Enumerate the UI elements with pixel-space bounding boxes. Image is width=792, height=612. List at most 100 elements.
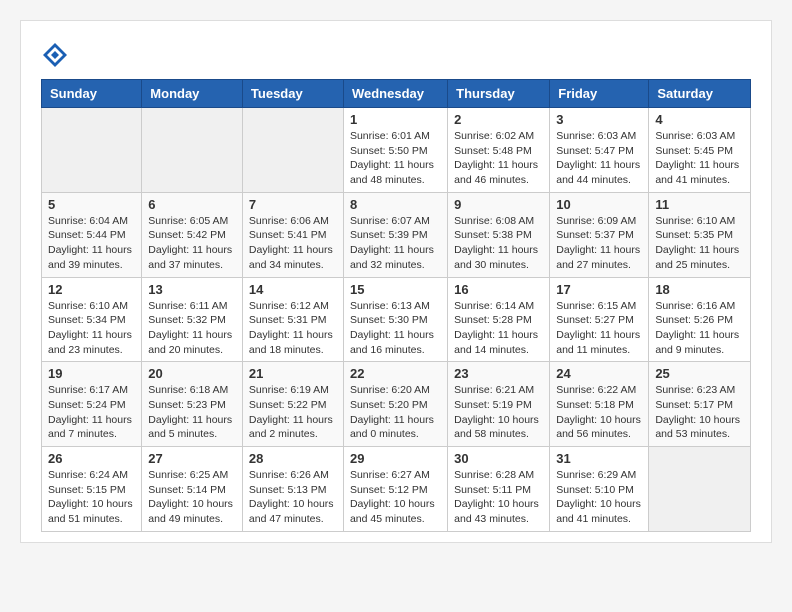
calendar-week-row: 5 Sunrise: 6:04 AM Sunset: 5:44 PM Daylig… xyxy=(42,192,751,277)
day-info: Sunrise: 6:20 AM Sunset: 5:20 PM Dayligh… xyxy=(350,383,441,442)
day-info: Sunrise: 6:06 AM Sunset: 5:41 PM Dayligh… xyxy=(249,214,337,273)
day-number: 19 xyxy=(48,366,135,381)
day-info: Sunrise: 6:17 AM Sunset: 5:24 PM Dayligh… xyxy=(48,383,135,442)
day-number: 29 xyxy=(350,451,441,466)
calendar-cell: 14 Sunrise: 6:12 AM Sunset: 5:31 PM Dayli… xyxy=(242,277,343,362)
day-number: 6 xyxy=(148,197,236,212)
weekday-header: Thursday xyxy=(448,80,550,108)
day-info: Sunrise: 6:09 AM Sunset: 5:37 PM Dayligh… xyxy=(556,214,642,273)
calendar-cell: 29 Sunrise: 6:27 AM Sunset: 5:12 PM Dayli… xyxy=(343,447,447,532)
main-container: SundayMondayTuesdayWednesdayThursdayFrid… xyxy=(20,20,772,543)
logo-icon xyxy=(41,41,69,69)
day-number: 8 xyxy=(350,197,441,212)
day-info: Sunrise: 6:28 AM Sunset: 5:11 PM Dayligh… xyxy=(454,468,543,527)
day-number: 16 xyxy=(454,282,543,297)
day-number: 28 xyxy=(249,451,337,466)
weekday-header: Friday xyxy=(550,80,649,108)
day-info: Sunrise: 6:15 AM Sunset: 5:27 PM Dayligh… xyxy=(556,299,642,358)
day-number: 15 xyxy=(350,282,441,297)
calendar-cell: 7 Sunrise: 6:06 AM Sunset: 5:41 PM Daylig… xyxy=(242,192,343,277)
day-number: 4 xyxy=(655,112,744,127)
day-info: Sunrise: 6:02 AM Sunset: 5:48 PM Dayligh… xyxy=(454,129,543,188)
weekday-header: Sunday xyxy=(42,80,142,108)
calendar-cell: 21Sunrise: 6:19 AM Sunset: 5:22 PM Dayli… xyxy=(242,362,343,447)
calendar-cell: 30 Sunrise: 6:28 AM Sunset: 5:11 PM Dayli… xyxy=(448,447,550,532)
day-number: 20 xyxy=(148,366,236,381)
day-info: Sunrise: 6:23 AM Sunset: 5:17 PM Dayligh… xyxy=(655,383,744,442)
calendar-cell: 19 Sunrise: 6:17 AM Sunset: 5:24 PM Dayli… xyxy=(42,362,142,447)
day-number: 18 xyxy=(655,282,744,297)
day-info: Sunrise: 6:07 AM Sunset: 5:39 PM Dayligh… xyxy=(350,214,441,273)
calendar-cell: 23Sunrise: 6:21 AM Sunset: 5:19 PM Dayli… xyxy=(448,362,550,447)
day-info: Sunrise: 6:08 AM Sunset: 5:38 PM Dayligh… xyxy=(454,214,543,273)
day-info: Sunrise: 6:12 AM Sunset: 5:31 PM Dayligh… xyxy=(249,299,337,358)
calendar-cell xyxy=(42,108,142,193)
day-number: 9 xyxy=(454,197,543,212)
day-number: 10 xyxy=(556,197,642,212)
day-info: Sunrise: 6:16 AM Sunset: 5:26 PM Dayligh… xyxy=(655,299,744,358)
day-number: 17 xyxy=(556,282,642,297)
day-number: 11 xyxy=(655,197,744,212)
day-info: Sunrise: 6:03 AM Sunset: 5:45 PM Dayligh… xyxy=(655,129,744,188)
day-number: 31 xyxy=(556,451,642,466)
calendar-cell: 9 Sunrise: 6:08 AM Sunset: 5:38 PM Daylig… xyxy=(448,192,550,277)
day-number: 13 xyxy=(148,282,236,297)
day-number: 7 xyxy=(249,197,337,212)
calendar-cell: 24Sunrise: 6:22 AM Sunset: 5:18 PM Dayli… xyxy=(550,362,649,447)
day-number: 23 xyxy=(454,366,543,381)
day-info: Sunrise: 6:24 AM Sunset: 5:15 PM Dayligh… xyxy=(48,468,135,527)
weekday-header: Monday xyxy=(142,80,243,108)
calendar-cell: 6 Sunrise: 6:05 AM Sunset: 5:42 PM Daylig… xyxy=(142,192,243,277)
day-info: Sunrise: 6:05 AM Sunset: 5:42 PM Dayligh… xyxy=(148,214,236,273)
day-number: 30 xyxy=(454,451,543,466)
day-info: Sunrise: 6:01 AM Sunset: 5:50 PM Dayligh… xyxy=(350,129,441,188)
calendar-table: SundayMondayTuesdayWednesdayThursdayFrid… xyxy=(41,79,751,532)
calendar-cell: 22 Sunrise: 6:20 AM Sunset: 5:20 PM Dayli… xyxy=(343,362,447,447)
day-info: Sunrise: 6:10 AM Sunset: 5:34 PM Dayligh… xyxy=(48,299,135,358)
calendar-cell: 1Sunrise: 6:01 AM Sunset: 5:50 PM Daylig… xyxy=(343,108,447,193)
calendar-cell: 2 Sunrise: 6:02 AM Sunset: 5:48 PM Daylig… xyxy=(448,108,550,193)
day-number: 24 xyxy=(556,366,642,381)
calendar-cell: 28 Sunrise: 6:26 AM Sunset: 5:13 PM Dayli… xyxy=(242,447,343,532)
calendar-cell: 5 Sunrise: 6:04 AM Sunset: 5:44 PM Daylig… xyxy=(42,192,142,277)
calendar-cell: 17 Sunrise: 6:15 AM Sunset: 5:27 PM Dayli… xyxy=(550,277,649,362)
calendar-cell xyxy=(142,108,243,193)
weekday-header: Wednesday xyxy=(343,80,447,108)
header xyxy=(41,41,751,69)
calendar-cell: 10 Sunrise: 6:09 AM Sunset: 5:37 PM Dayli… xyxy=(550,192,649,277)
calendar-cell: 4 Sunrise: 6:03 AM Sunset: 5:45 PM Daylig… xyxy=(649,108,751,193)
calendar-header-row: SundayMondayTuesdayWednesdayThursdayFrid… xyxy=(42,80,751,108)
calendar-cell: 8 Sunrise: 6:07 AM Sunset: 5:39 PM Daylig… xyxy=(343,192,447,277)
day-info: Sunrise: 6:14 AM Sunset: 5:28 PM Dayligh… xyxy=(454,299,543,358)
day-info: Sunrise: 6:18 AM Sunset: 5:23 PM Dayligh… xyxy=(148,383,236,442)
calendar-cell: 15Sunrise: 6:13 AM Sunset: 5:30 PM Dayli… xyxy=(343,277,447,362)
day-info: Sunrise: 6:25 AM Sunset: 5:14 PM Dayligh… xyxy=(148,468,236,527)
day-number: 22 xyxy=(350,366,441,381)
day-number: 5 xyxy=(48,197,135,212)
calendar-cell: 31 Sunrise: 6:29 AM Sunset: 5:10 PM Dayli… xyxy=(550,447,649,532)
weekday-header: Tuesday xyxy=(242,80,343,108)
day-info: Sunrise: 6:27 AM Sunset: 5:12 PM Dayligh… xyxy=(350,468,441,527)
day-info: Sunrise: 6:10 AM Sunset: 5:35 PM Dayligh… xyxy=(655,214,744,273)
day-number: 27 xyxy=(148,451,236,466)
day-number: 14 xyxy=(249,282,337,297)
day-number: 12 xyxy=(48,282,135,297)
calendar-cell: 11 Sunrise: 6:10 AM Sunset: 5:35 PM Dayli… xyxy=(649,192,751,277)
logo xyxy=(41,41,73,69)
weekday-header: Saturday xyxy=(649,80,751,108)
day-number: 25 xyxy=(655,366,744,381)
calendar-cell: 20 Sunrise: 6:18 AM Sunset: 5:23 PM Dayli… xyxy=(142,362,243,447)
day-number: 2 xyxy=(454,112,543,127)
calendar-week-row: 1Sunrise: 6:01 AM Sunset: 5:50 PM Daylig… xyxy=(42,108,751,193)
day-info: Sunrise: 6:11 AM Sunset: 5:32 PM Dayligh… xyxy=(148,299,236,358)
day-info: Sunrise: 6:04 AM Sunset: 5:44 PM Dayligh… xyxy=(48,214,135,273)
calendar-cell: 27 Sunrise: 6:25 AM Sunset: 5:14 PM Dayli… xyxy=(142,447,243,532)
calendar-cell xyxy=(649,447,751,532)
day-info: Sunrise: 6:26 AM Sunset: 5:13 PM Dayligh… xyxy=(249,468,337,527)
calendar-cell: 25 Sunrise: 6:23 AM Sunset: 5:17 PM Dayli… xyxy=(649,362,751,447)
calendar-cell xyxy=(242,108,343,193)
calendar-cell: 13 Sunrise: 6:11 AM Sunset: 5:32 PM Dayli… xyxy=(142,277,243,362)
day-info: Sunrise: 6:29 AM Sunset: 5:10 PM Dayligh… xyxy=(556,468,642,527)
calendar-cell: 3Sunrise: 6:03 AM Sunset: 5:47 PM Daylig… xyxy=(550,108,649,193)
calendar-cell: 18 Sunrise: 6:16 AM Sunset: 5:26 PM Dayli… xyxy=(649,277,751,362)
